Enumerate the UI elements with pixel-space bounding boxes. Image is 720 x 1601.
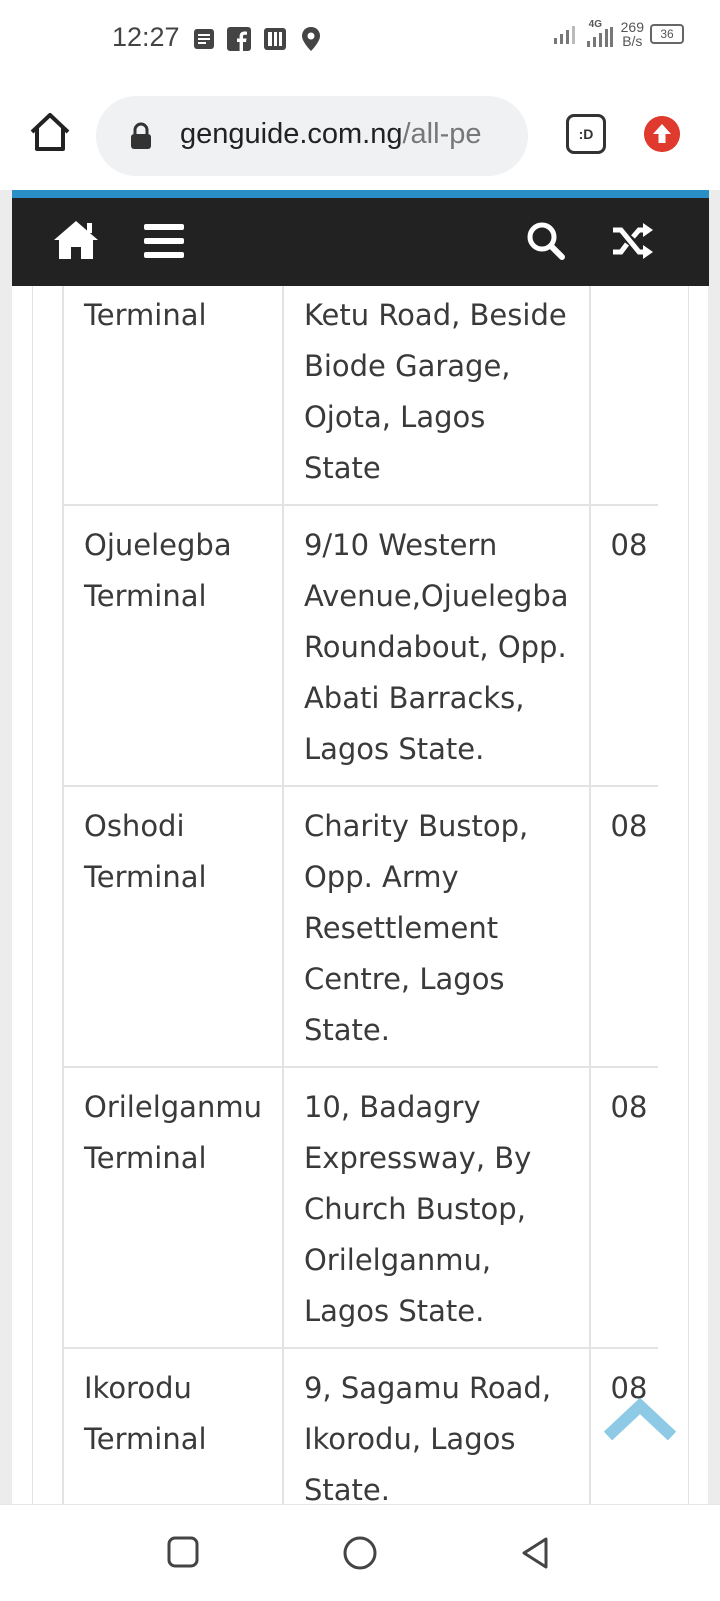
- terminal-address: Charity Bustop, Opp. Army Resettlement C…: [281, 785, 591, 1068]
- home-icon[interactable]: [28, 110, 72, 154]
- recents-icon[interactable]: [166, 1535, 200, 1569]
- terminal-name: Ojuelegba Terminal: [62, 504, 284, 787]
- terminals-table-grid: Terminal Ketu Road, Beside Biode Garage,…: [62, 215, 658, 1504]
- search-icon[interactable]: [526, 221, 566, 261]
- update-icon[interactable]: [644, 116, 680, 152]
- status-notification-icons: [193, 27, 321, 51]
- net-speed-value: 269: [620, 19, 644, 35]
- site-accent-line: [12, 190, 709, 198]
- terminal-address: 10, Badagry Expressway, By Church Bustop…: [281, 1066, 591, 1349]
- url-path: /all-pe: [402, 118, 482, 150]
- terminal-name: Orilelganmu Terminal: [62, 1066, 284, 1349]
- terminal-address: 9/10 Western Avenue,Ojuelegba Roundabout…: [281, 504, 591, 787]
- status-time: 12:27: [112, 22, 180, 52]
- terminals-table: Terminal Ketu Road, Beside Biode Garage,…: [62, 190, 658, 1504]
- status-bar: 12:27 4G 269 B/s 36: [0, 0, 720, 80]
- signal-4g-icon: 4G: [585, 19, 615, 47]
- url-text: genguide.com.ng/all-pe: [180, 118, 482, 151]
- table-row: Orilelganmu Terminal 10, Badagry Express…: [62, 1066, 658, 1349]
- home-icon[interactable]: [52, 219, 100, 261]
- tab-switcher-button[interactable]: :D: [566, 114, 606, 154]
- terminal-name: Oshodi Terminal: [62, 785, 284, 1068]
- terminal-address: 9, Sagamu Road, Ikorodu, Lagos State.: [281, 1347, 591, 1504]
- system-navigation-bar: [0, 1504, 720, 1601]
- signal-icon: [553, 26, 575, 44]
- message-icon: [194, 29, 214, 49]
- url-field[interactable]: genguide.com.ng/all-pe: [96, 96, 528, 176]
- terminal-phone: 08: [588, 785, 658, 1068]
- lock-icon: [131, 122, 151, 149]
- status-system-icons: 4G 269 B/s 36: [553, 19, 684, 48]
- shuffle-icon[interactable]: [611, 222, 655, 260]
- table-row: Ikorodu Terminal 9, Sagamu Road, Ikorodu…: [62, 1347, 658, 1504]
- table-row: Oshodi Terminal Charity Bustop, Opp. Arm…: [62, 785, 658, 1068]
- home-circle-icon[interactable]: [342, 1535, 378, 1571]
- terminal-name: Ikorodu Terminal: [62, 1347, 284, 1504]
- table-row: Ojuelegba Terminal 9/10 Western Avenue,O…: [62, 504, 658, 787]
- battery-icon: 36: [650, 24, 684, 44]
- net-speed: 269 B/s: [621, 20, 644, 48]
- news-icon: [264, 28, 286, 50]
- terminal-phone: 08: [588, 1066, 658, 1349]
- menu-icon[interactable]: [144, 224, 184, 258]
- battery-level: 36: [660, 27, 674, 41]
- site-navbar: [12, 198, 709, 286]
- location-icon: [302, 27, 320, 51]
- terminal-phone: 08: [588, 504, 658, 787]
- web-page: Terminal Ketu Road, Beside Biode Garage,…: [0, 190, 720, 1504]
- back-icon[interactable]: [518, 1535, 552, 1571]
- url-domain: genguide.com.ng: [180, 118, 403, 150]
- scroll-to-top-button[interactable]: [604, 1398, 676, 1446]
- net-speed-unit: B/s: [622, 33, 643, 49]
- browser-toolbar: genguide.com.ng/all-pe :D: [0, 80, 720, 190]
- facebook-icon: [227, 27, 251, 51]
